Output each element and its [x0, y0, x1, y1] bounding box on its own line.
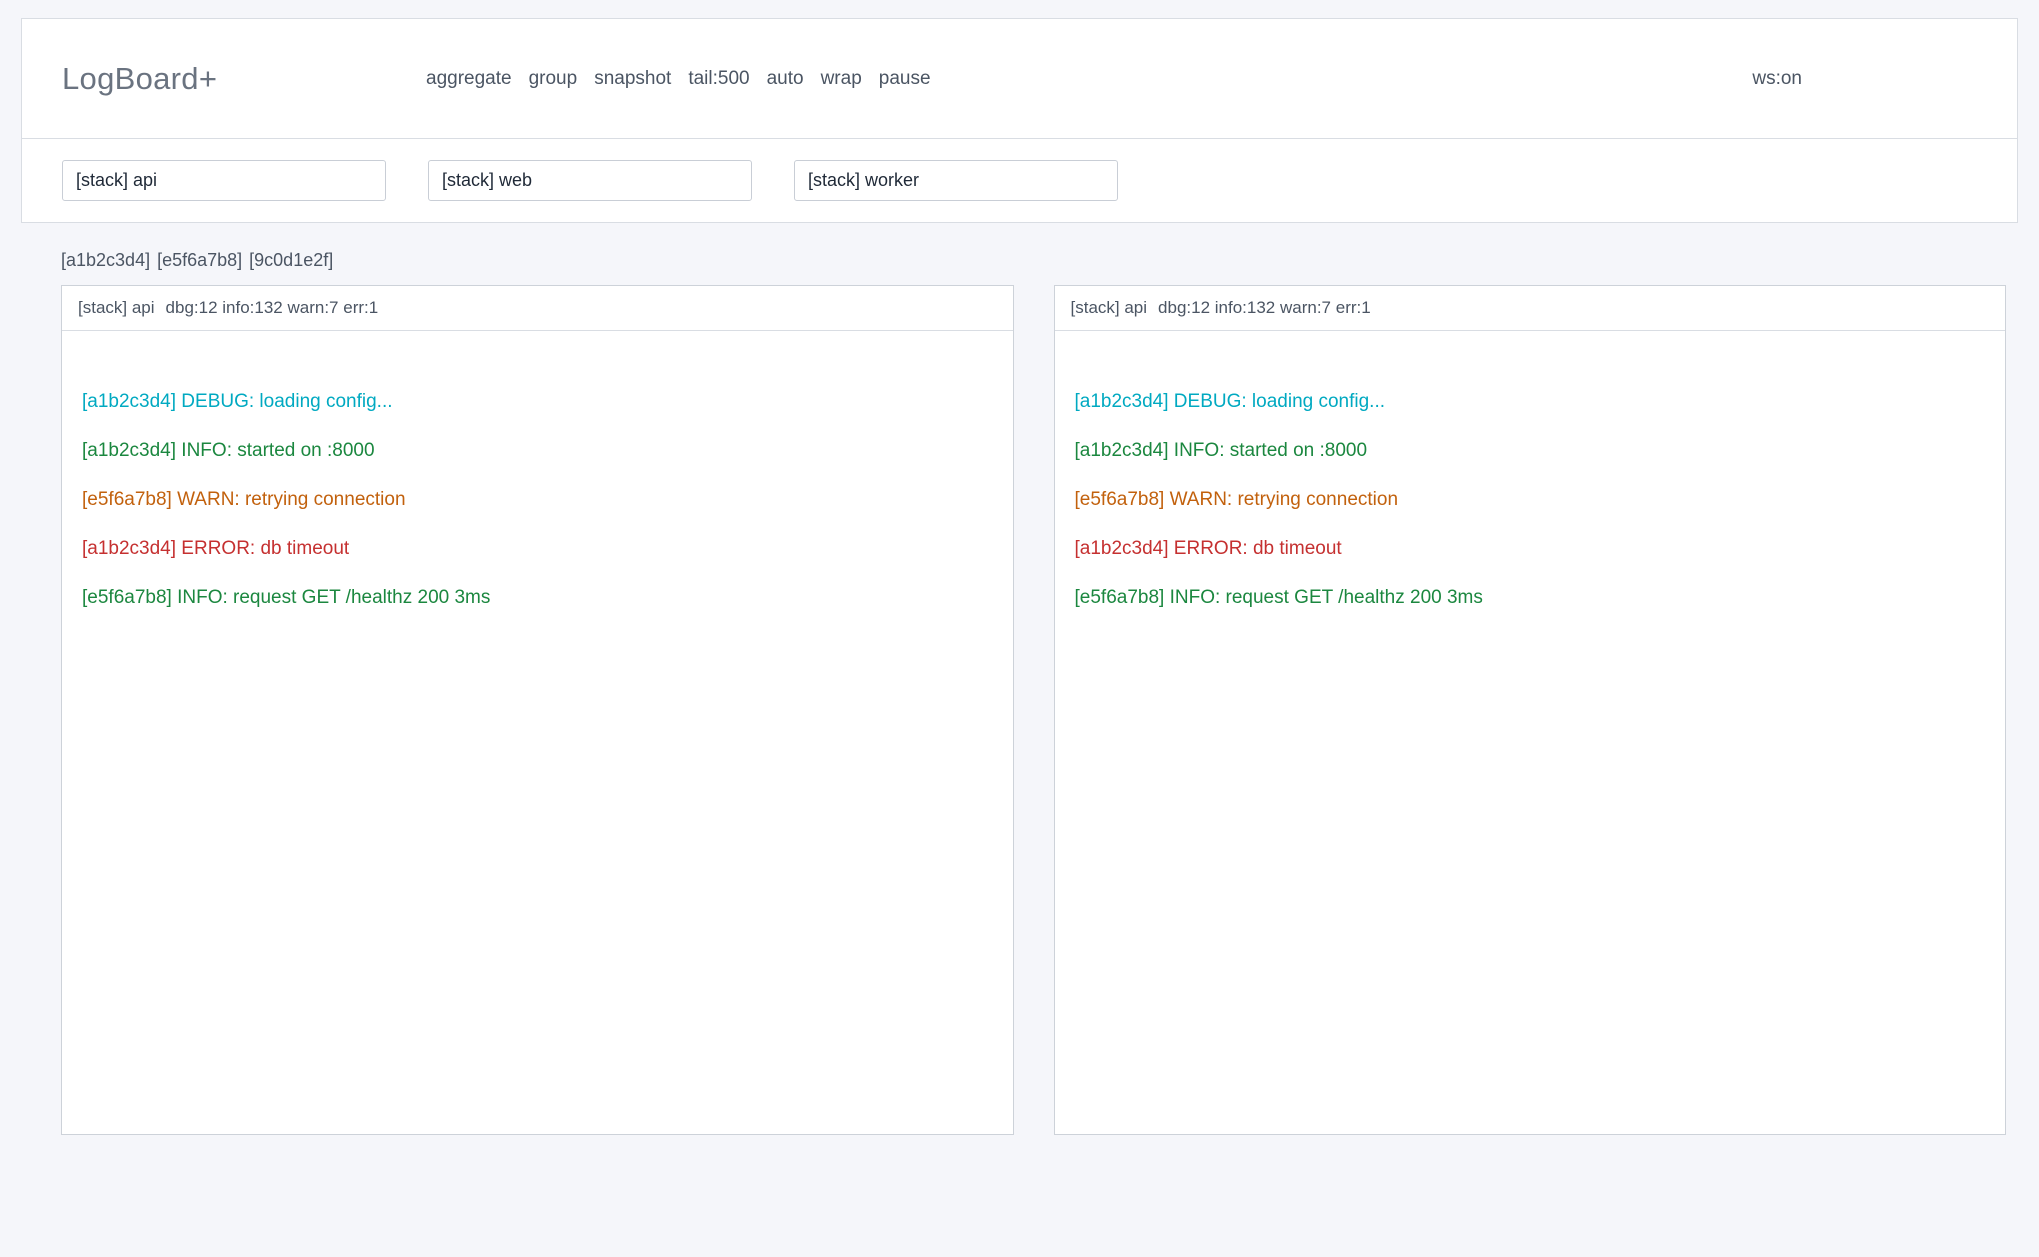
log-line: [e5f6a7b8] INFO: request GET /healthz 20… [82, 573, 993, 622]
toolbar-menu: aggregate group snapshot tail:500 auto w… [426, 68, 931, 90]
log-line: [a1b2c3d4] ERROR: db timeout [1075, 524, 1986, 573]
menu-item-tail[interactable]: tail:500 [688, 68, 749, 90]
log-line: [a1b2c3d4] INFO: started on :8000 [82, 426, 993, 475]
log-panel-right: [stack] api dbg:12 info:132 warn:7 err:1… [1054, 285, 2007, 1135]
filter-input-stack-web[interactable] [428, 160, 752, 201]
trace-chip-9c0d1e2f[interactable]: [9c0d1e2f] [249, 250, 333, 271]
log-scroll-area[interactable]: [a1b2c3d4] DEBUG: loading config... [a1b… [1055, 331, 2006, 1134]
log-line: [a1b2c3d4] DEBUG: loading config... [82, 377, 993, 426]
log-panels-container: [stack] api dbg:12 info:132 warn:7 err:1… [61, 285, 2006, 1135]
menu-item-pause[interactable]: pause [879, 68, 931, 90]
panel-level-stats: dbg:12 info:132 warn:7 err:1 [1158, 298, 1371, 318]
panel-level-stats: dbg:12 info:132 warn:7 err:1 [166, 298, 379, 318]
panel-header: [stack] api dbg:12 info:132 warn:7 err:1 [1055, 286, 2006, 331]
log-line: [a1b2c3d4] DEBUG: loading config... [1075, 377, 1986, 426]
log-panel-left: [stack] api dbg:12 info:132 warn:7 err:1… [61, 285, 1014, 1135]
trace-id-row: [a1b2c3d4] [e5f6a7b8] [9c0d1e2f] [61, 249, 2006, 271]
top-toolbar: LogBoard+ aggregate group snapshot tail:… [21, 18, 2018, 223]
menu-item-aggregate[interactable]: aggregate [426, 68, 512, 90]
filter-input-stack-worker[interactable] [794, 160, 1118, 201]
trace-chip-e5f6a7b8[interactable]: [e5f6a7b8] [157, 250, 242, 271]
filter-input-stack-api[interactable] [62, 160, 386, 201]
panel-source-label: [stack] api [78, 298, 155, 318]
log-line: [e5f6a7b8] WARN: retrying connection [82, 475, 993, 524]
log-scroll-area[interactable]: [a1b2c3d4] DEBUG: loading config... [a1b… [62, 331, 1013, 1134]
log-line: [e5f6a7b8] WARN: retrying connection [1075, 475, 1986, 524]
toolbar-row: LogBoard+ aggregate group snapshot tail:… [22, 19, 2017, 139]
log-line: [a1b2c3d4] INFO: started on :8000 [1075, 426, 1986, 475]
menu-item-group[interactable]: group [529, 68, 578, 90]
panel-source-label: [stack] api [1071, 298, 1148, 318]
menu-item-wrap[interactable]: wrap [821, 68, 862, 90]
menu-item-snapshot[interactable]: snapshot [594, 68, 671, 90]
log-line: [e5f6a7b8] INFO: request GET /healthz 20… [1075, 573, 1986, 622]
panel-header: [stack] api dbg:12 info:132 warn:7 err:1 [62, 286, 1013, 331]
menu-item-auto[interactable]: auto [767, 68, 804, 90]
trace-chip-a1b2c3d4[interactable]: [a1b2c3d4] [61, 250, 150, 271]
app-title: LogBoard+ [62, 61, 426, 97]
ws-status-toggle[interactable]: ws:on [1752, 68, 1802, 90]
log-line: [a1b2c3d4] ERROR: db timeout [82, 524, 993, 573]
filter-bar [22, 139, 2017, 222]
